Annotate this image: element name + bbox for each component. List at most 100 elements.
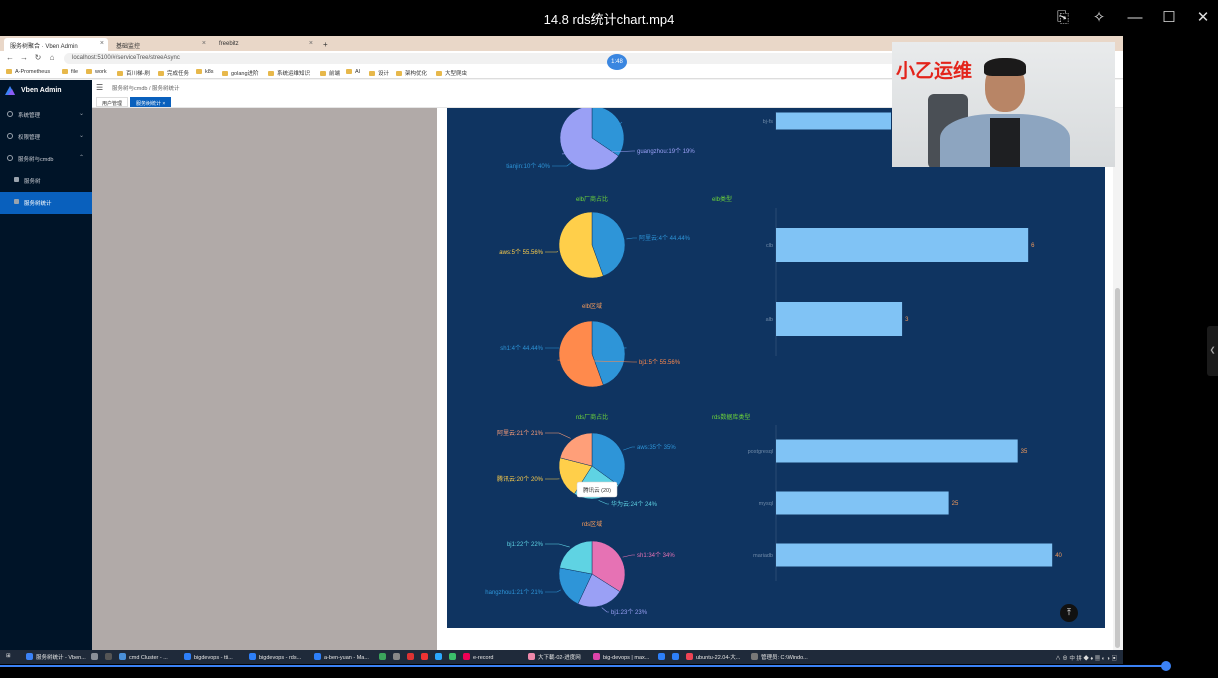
- video-progress-knob[interactable]: [1161, 661, 1171, 671]
- bookmark-item[interactable]: 系统运维知识: [268, 69, 310, 77]
- taskbar-item[interactable]: a-ben-yuan - Ma...: [314, 653, 369, 663]
- app-icon: [435, 653, 442, 660]
- bookmark-item[interactable]: k8s: [196, 69, 214, 75]
- bookmark-item[interactable]: A-Prometheus: [6, 69, 50, 75]
- bookmark-item[interactable]: 完成任务: [158, 69, 189, 77]
- sidebar-item-permission[interactable]: 权限管理 ⌄: [0, 126, 92, 148]
- chevron-down-icon: ⌄: [78, 111, 84, 117]
- sidebar-item-service-tree-stats[interactable]: 服务树统计: [0, 192, 92, 214]
- content-area: tianjin:10个 40% guangzhou:19个 19% bj-fs elb…: [437, 108, 1123, 650]
- tree-icon: [7, 155, 13, 161]
- taskbar-item[interactable]: bigdevops - rds...: [249, 653, 301, 663]
- logo-text: Vben Admin: [21, 87, 62, 94]
- bar: [776, 302, 903, 336]
- bar-value: 25: [952, 501, 959, 507]
- app-icon: [26, 653, 33, 660]
- bar: [776, 491, 949, 515]
- scrollbar[interactable]: [1113, 108, 1123, 650]
- taskbar-item[interactable]: 服务树统计 - Vben...: [26, 653, 86, 663]
- bar-value: 3: [905, 317, 909, 323]
- bookmark-item[interactable]: 前端: [320, 69, 340, 77]
- bookmark-item[interactable]: 设计: [369, 69, 389, 77]
- tick-label: bj-fs: [763, 119, 774, 125]
- browser-tab-active[interactable]: 服务树聚合 · Vben Admin ×: [4, 38, 108, 51]
- chart-title: rds数据库类型: [712, 413, 750, 421]
- taskbar-item[interactable]: [421, 653, 431, 663]
- taskbar-item[interactable]: [407, 653, 417, 663]
- taskbar-item[interactable]: ubuntu-22.04-大...: [686, 653, 740, 663]
- chevron-down-icon: ⌄: [78, 133, 84, 139]
- app-icon: [686, 653, 693, 660]
- pie-label: hangzhou1:21个 21%: [485, 589, 543, 596]
- sidebar-item-label: 服务树: [24, 179, 41, 185]
- sidebar-item-service-tree-cmdb[interactable]: 服务树与cmdb ⌃: [0, 148, 92, 170]
- close-icon[interactable]: ✕: [1192, 7, 1214, 29]
- page-tab-users[interactable]: 用户管理: [96, 97, 129, 107]
- url-field[interactable]: localhost:5100/#/serviceTree/streeAsync: [64, 53, 924, 64]
- pie-label-line: [623, 446, 635, 451]
- scrollbar-thumb[interactable]: [1115, 288, 1120, 648]
- bookmark-item[interactable]: 架构优化: [396, 69, 427, 77]
- minimize-icon[interactable]: —: [1124, 7, 1146, 29]
- maximize-icon[interactable]: ☐: [1158, 7, 1180, 29]
- close-tab-icon[interactable]: ×: [202, 40, 206, 47]
- app-icon: [105, 653, 112, 660]
- pie-label: sh1:4个 44.44%: [500, 345, 543, 352]
- taskbar-item[interactable]: big-devops | max...: [593, 653, 649, 663]
- taskbar-item[interactable]: [435, 653, 445, 663]
- taskbar-item[interactable]: e-record: [463, 653, 493, 663]
- taskbar-item[interactable]: [105, 653, 115, 663]
- bookmark-item[interactable]: 百川梯-刷: [117, 69, 150, 77]
- taskbar-item[interactable]: [658, 653, 668, 663]
- app-icon: [528, 653, 535, 660]
- pie-label: 阿里云:4个 44.44%: [639, 234, 691, 242]
- sidebar-item-system[interactable]: 系统管理 ⌄: [0, 104, 92, 126]
- side-panel-handle[interactable]: ❮: [1207, 326, 1218, 376]
- taskbar-item[interactable]: bigdevops - tti...: [184, 653, 233, 663]
- video-progress-bar[interactable]: [0, 661, 1218, 678]
- new-tab-icon[interactable]: +: [320, 38, 334, 51]
- menu-toggle-icon[interactable]: ☰: [96, 83, 103, 92]
- taskbar-item[interactable]: 大下載-02-进度网: [528, 653, 581, 663]
- pin-icon[interactable]: ✧: [1088, 7, 1110, 29]
- gallery-icon[interactable]: ⎘: [1052, 7, 1074, 29]
- taskbar-item[interactable]: [672, 653, 682, 663]
- tick-label: postgresql: [748, 449, 773, 455]
- sidebar-item-service-tree[interactable]: 服务树: [0, 170, 92, 192]
- breadcrumb: 服务树与cmdb / 服务树统计: [112, 86, 180, 92]
- chart-title: rds区域: [582, 520, 602, 528]
- taskbar-item[interactable]: [449, 653, 459, 663]
- close-tab-icon[interactable]: ×: [309, 40, 313, 47]
- page-tab-stats[interactable]: 服务树统计 ×: [130, 97, 172, 107]
- page-tab-label: 服务树统计: [136, 101, 162, 107]
- close-tab-icon[interactable]: ×: [162, 101, 165, 107]
- taskbar-item[interactable]: [91, 653, 101, 663]
- taskbar-item[interactable]: [379, 653, 389, 663]
- app-icon: [407, 653, 414, 660]
- home-icon[interactable]: ⌂: [47, 53, 57, 63]
- bookmark-item[interactable]: file: [62, 69, 78, 75]
- forward-icon[interactable]: →: [19, 53, 29, 63]
- taskbar-item[interactable]: [393, 653, 403, 663]
- taskbar-item-label: e-record: [473, 655, 494, 661]
- back-icon[interactable]: ←: [5, 53, 15, 63]
- back-to-top-button[interactable]: ⤒: [1060, 604, 1078, 622]
- bookmark-item[interactable]: work: [86, 69, 107, 75]
- taskbar-item-label: bigdevops - rds...: [259, 655, 302, 661]
- bookmark-item[interactable]: 大型爬虫: [436, 69, 467, 77]
- bookmark-item[interactable]: AI: [346, 69, 360, 75]
- vben-logo-icon: [5, 86, 15, 95]
- browser-tab[interactable]: freebitz ×: [213, 38, 317, 51]
- pie-label: 华为云:24个 24%: [611, 500, 658, 508]
- tick-label: clb: [766, 243, 773, 249]
- windows-start-icon[interactable]: ⊞: [6, 653, 11, 663]
- close-tab-icon[interactable]: ×: [100, 40, 104, 47]
- system-tray[interactable]: ∧ ⊕ 中 拼 ◆ ♦ ▦ ◐ ◑ ▣: [1055, 654, 1117, 662]
- bookmark-item[interactable]: golang进阶: [222, 69, 259, 77]
- taskbar-item[interactable]: 管理员: C:\Windo...: [751, 653, 808, 663]
- pie-label: tianjin:10个 40%: [506, 163, 550, 170]
- reload-icon[interactable]: ↻: [33, 53, 43, 63]
- taskbar-item[interactable]: cmd Cluster - ...: [119, 653, 168, 663]
- browser-tab[interactable]: 基础监控 ×: [110, 38, 210, 51]
- permission-icon: [7, 133, 13, 139]
